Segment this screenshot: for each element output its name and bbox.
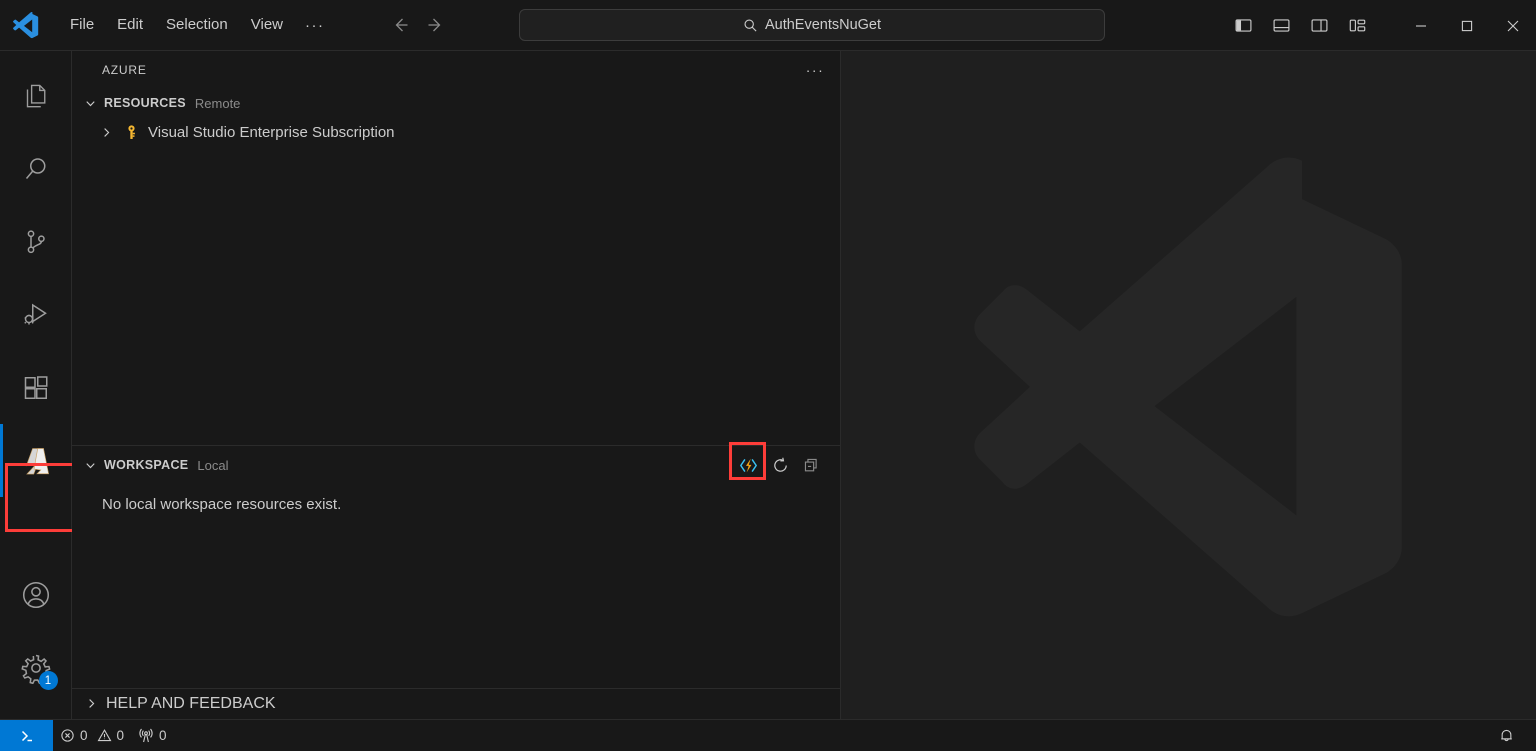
status-ports[interactable]: 0: [131, 720, 174, 751]
close-button[interactable]: [1490, 0, 1536, 51]
maximize-button[interactable]: [1444, 0, 1490, 51]
notifications-button[interactable]: [1491, 720, 1522, 751]
menu-bar: File Edit Selection View ···: [59, 11, 335, 39]
resources-tree: Visual Studio Enterprise Subscription: [72, 117, 840, 445]
extensions-icon: [21, 373, 51, 403]
section-divider: [72, 445, 840, 446]
workspace-actions: [729, 442, 840, 480]
manage-badge: 1: [38, 671, 58, 690]
arrow-right-icon[interactable]: [421, 12, 451, 38]
workbench-body: 1 AZURE ··· RESOURCES Remote Visual Stud…: [0, 51, 1536, 719]
vscode-logo-icon: [11, 10, 41, 40]
section-workspace-sublabel: Local: [197, 457, 229, 473]
vscode-watermark-logo-icon: [959, 145, 1419, 625]
warning-count: 0: [116, 728, 125, 743]
section-workspace-header[interactable]: WORKSPACE Local: [72, 442, 840, 480]
section-resources-header[interactable]: RESOURCES Remote: [72, 89, 840, 117]
refresh-icon[interactable]: [766, 453, 794, 477]
search-icon: [743, 18, 758, 33]
chevron-down-icon: [82, 457, 98, 473]
layout-buttons: [1228, 12, 1372, 40]
menu-item-file[interactable]: File: [59, 11, 105, 39]
sidebar-item-source-control[interactable]: [0, 205, 72, 278]
sidebar-item-run-and-debug[interactable]: [0, 278, 72, 351]
section-help-and-feedback-label: HELP AND FEEDBACK: [106, 694, 276, 712]
sidebar-item-accounts[interactable]: [0, 558, 72, 631]
remote-host-indicator[interactable]: [0, 719, 53, 751]
error-count: 0: [80, 728, 88, 743]
tree-item-subscription[interactable]: Visual Studio Enterprise Subscription: [72, 117, 840, 147]
section-resources-label: RESOURCES: [104, 96, 186, 110]
workspace-empty-message: No local workspace resources exist.: [102, 496, 342, 513]
page-title: AZURE: [102, 63, 147, 77]
layout-grid-icon[interactable]: [1342, 12, 1372, 40]
status-problems[interactable]: 0 0: [53, 720, 131, 751]
key-icon: [122, 123, 140, 141]
remote-host-icon: [17, 726, 37, 746]
warning-icon: [97, 728, 112, 743]
sidebar-item-search[interactable]: [0, 132, 72, 205]
error-icon: [60, 728, 75, 743]
layout-sidebar-left-icon[interactable]: [1228, 12, 1258, 40]
minimize-button[interactable]: [1398, 0, 1444, 51]
bell-icon: [1498, 727, 1515, 744]
collapse-all-icon[interactable]: [798, 453, 826, 477]
sidebar-item-manage[interactable]: 1: [0, 631, 72, 704]
files-icon: [21, 81, 51, 111]
sidebar-item-explorer[interactable]: [0, 59, 72, 132]
title-bar: File Edit Selection View ··· AuthEventsN…: [0, 0, 1536, 51]
menu-item-selection[interactable]: Selection: [155, 11, 239, 39]
section-help-and-feedback-header[interactable]: HELP AND FEEDBACK: [72, 688, 840, 718]
command-center-value: AuthEventsNuGet: [764, 17, 882, 33]
chevron-right-icon: [84, 696, 99, 711]
editor-area: [841, 51, 1536, 719]
command-center[interactable]: AuthEventsNuGet: [519, 9, 1105, 41]
account-icon: [20, 579, 52, 611]
sidebar-title-bar: AZURE ···: [72, 51, 840, 89]
chevron-right-icon: [98, 124, 114, 140]
tree-item-subscription-label: Visual Studio Enterprise Subscription: [148, 123, 395, 141]
menu-item-more[interactable]: ···: [295, 13, 335, 38]
vscode-window: File Edit Selection View ··· AuthEventsN…: [0, 0, 1536, 751]
layout-panel-icon[interactable]: [1266, 12, 1296, 40]
workspace-tree: No local workspace resources exist.: [72, 479, 840, 688]
radio-tower-icon: [138, 728, 154, 744]
azure-sidebar: AZURE ··· RESOURCES Remote Visual Studio…: [72, 51, 841, 719]
status-bar: 0 0 0: [0, 719, 1536, 751]
chevron-down-icon: [82, 95, 98, 111]
search-icon: [21, 154, 51, 184]
sidebar-item-extensions[interactable]: [0, 351, 72, 424]
menu-item-edit[interactable]: Edit: [106, 11, 154, 39]
status-bar-right: [1491, 720, 1536, 751]
activity-bar: 1: [0, 51, 75, 719]
layout-sidebar-right-icon[interactable]: [1304, 12, 1334, 40]
source-control-icon: [21, 227, 51, 257]
create-function-app-button[interactable]: [734, 453, 762, 477]
menu-item-view[interactable]: View: [240, 11, 294, 39]
ports-count: 0: [159, 728, 167, 743]
views-more-actions-button[interactable]: ···: [802, 58, 828, 82]
run-debug-icon: [21, 300, 51, 330]
section-resources-sublabel: Remote: [194, 95, 241, 111]
section-workspace-label: WORKSPACE: [104, 458, 189, 472]
sidebar-item-azure[interactable]: [0, 424, 72, 497]
azure-icon: [19, 444, 53, 478]
navigation-buttons: [385, 12, 451, 38]
arrow-left-icon[interactable]: [385, 12, 415, 38]
window-right-controls: [1228, 0, 1536, 51]
